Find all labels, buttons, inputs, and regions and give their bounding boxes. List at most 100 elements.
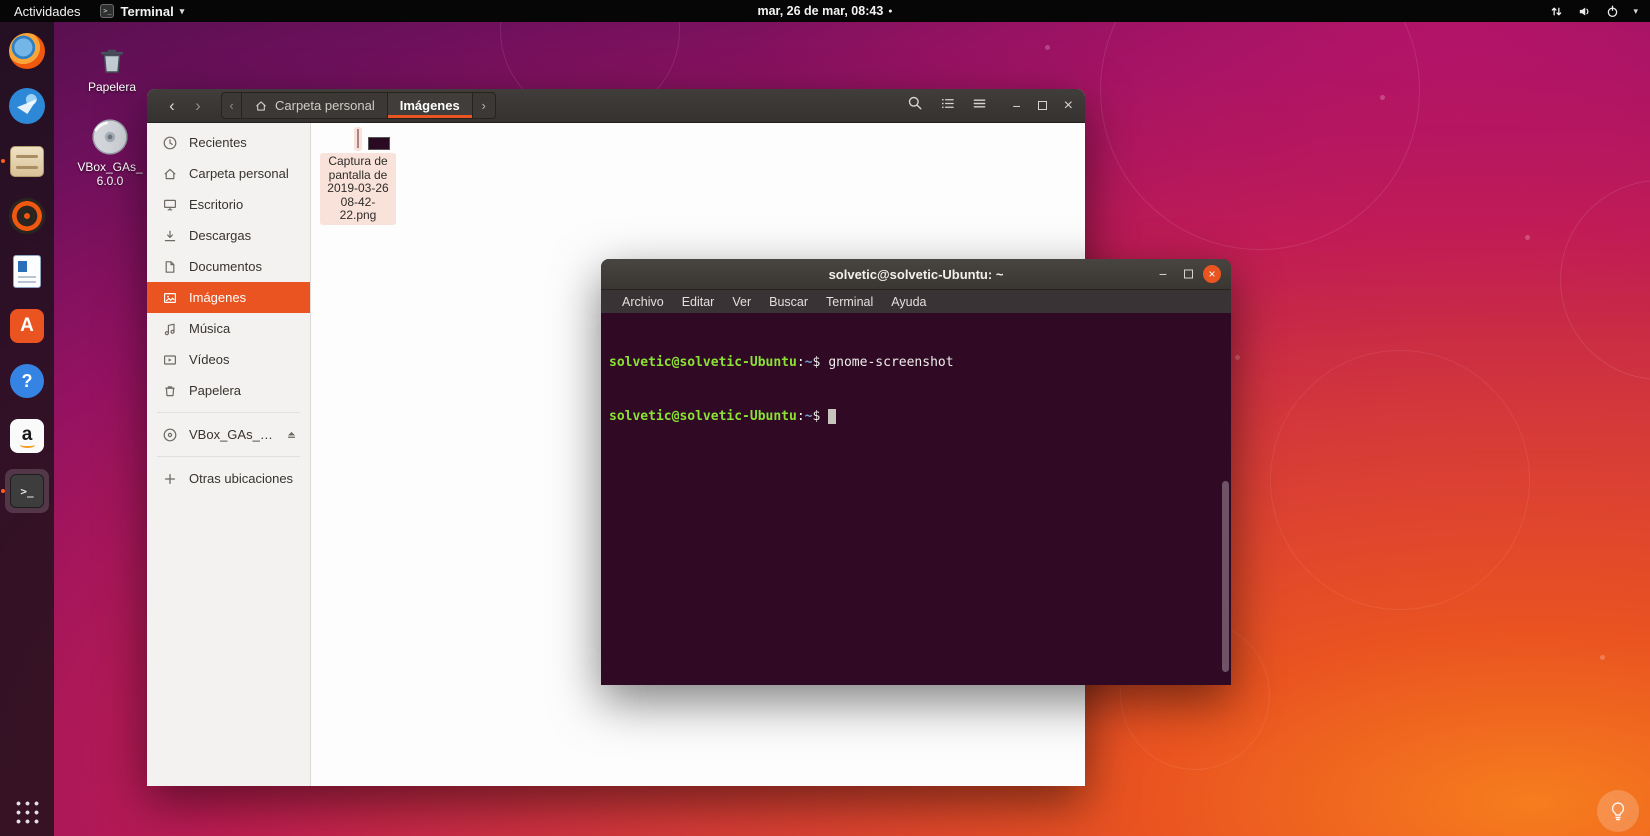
document-icon (162, 259, 178, 275)
view-list-icon[interactable] (940, 96, 955, 116)
cd-disc-icon (92, 119, 128, 155)
terminal-title-bar[interactable]: solvetic@solvetic-Ubuntu: ~ − × (601, 259, 1231, 290)
sidebar-item-label: Otras ubicaciones (189, 471, 294, 486)
ubuntu-software-icon: A (10, 309, 44, 343)
wallpaper-ring (1100, 0, 1420, 250)
sidebar-item-label: Recientes (189, 135, 247, 150)
desktop: Actividades >_ Terminal ▾ mar, 26 de mar… (0, 0, 1650, 836)
sidebar-item-carpeta-personal[interactable]: Carpeta personal (147, 158, 310, 189)
prompt-user-host: solvetic@solvetic-Ubuntu (609, 355, 797, 370)
file-item-screenshot[interactable]: Captura de pantalla de 2019-03-26 08-42-… (320, 127, 396, 225)
sidebar-item-recientes[interactable]: Recientes (147, 127, 310, 158)
desktop-icon-vbox-cd[interactable]: VBox_GAs_ 6.0.0 (77, 116, 143, 189)
sidebar-item-label: Imágenes (189, 290, 247, 305)
show-applications-button[interactable] (13, 799, 41, 826)
prompt-user-host: solvetic@solvetic-Ubuntu (609, 409, 797, 424)
menu-ver[interactable]: Ver (723, 295, 760, 309)
amazon-icon: a (10, 419, 44, 453)
sidebar-item-videos[interactable]: Vídeos (147, 344, 310, 375)
image-icon (162, 290, 178, 306)
dock-item-firefox[interactable] (5, 29, 49, 73)
minimize-button[interactable]: − (1159, 267, 1167, 281)
sidebar-item-descargas[interactable]: Descargas (147, 220, 310, 251)
clock[interactable]: mar, 26 de mar, 08:43 (757, 4, 883, 18)
sidebar-item-vbox-cd[interactable]: VBox_GAs_… (147, 419, 310, 450)
back-button[interactable]: ‹ (159, 96, 185, 116)
activities-button[interactable]: Actividades (10, 4, 84, 19)
maximize-button[interactable] (1037, 101, 1047, 110)
sidebar-separator (157, 412, 300, 413)
path-scroll-left-button[interactable]: ‹ (222, 93, 242, 118)
chevron-down-icon: ▾ (1633, 5, 1638, 16)
chevron-down-icon: ▾ (179, 5, 185, 16)
dock-item-files[interactable] (1, 139, 49, 183)
search-icon[interactable] (907, 95, 923, 116)
sidebar-separator (157, 456, 300, 457)
menu-terminal[interactable]: Terminal (817, 295, 882, 309)
dock-item-libreoffice-writer[interactable] (5, 249, 49, 293)
terminal-output[interactable]: solvetic@solvetic-Ubuntu:~$ gnome-screens… (601, 313, 1231, 685)
sidebar-item-imagenes[interactable]: Imágenes (147, 282, 310, 313)
dock-item-rhythmbox[interactable] (5, 194, 49, 238)
disc-icon (162, 427, 178, 443)
path-segment-label: Carpeta personal (275, 98, 375, 113)
sidebar-item-label: VBox_GAs_… (189, 427, 273, 442)
app-menu-button[interactable]: >_ Terminal ▾ (100, 4, 184, 19)
dock-item-ubuntu-software[interactable]: A (5, 304, 49, 348)
network-icon (1549, 4, 1564, 19)
path-scroll-right-button[interactable]: › (473, 93, 495, 118)
path-segment-home[interactable]: Carpeta personal (242, 93, 388, 118)
terminal-window: solvetic@solvetic-Ubuntu: ~ − × Archivo … (601, 259, 1231, 685)
hint-bubble-button[interactable] (1597, 790, 1639, 832)
close-button[interactable]: × (1064, 97, 1073, 114)
thunderbird-icon (9, 88, 45, 124)
eject-icon[interactable] (285, 428, 298, 441)
notification-dot: ● (888, 7, 893, 15)
forward-button[interactable]: › (185, 96, 211, 116)
lightbulb-icon (1611, 802, 1625, 821)
menu-buscar[interactable]: Buscar (760, 295, 817, 309)
close-button[interactable]: × (1203, 265, 1221, 283)
dock-item-terminal[interactable]: >_ (1, 469, 49, 513)
desktop-icon-trash[interactable]: Papelera (80, 42, 144, 95)
desktop-icon (162, 197, 178, 213)
rhythmbox-icon (9, 198, 45, 234)
terminal-line: solvetic@solvetic-Ubuntu:~$ gnome-screens… (609, 354, 1223, 372)
terminal-app-icon: >_ (100, 4, 115, 18)
menu-archivo[interactable]: Archivo (613, 295, 673, 309)
files-header-bar[interactable]: ‹ › ‹ Carpeta personal Imágenes › − × (147, 89, 1085, 123)
video-icon (162, 352, 178, 368)
minimize-button[interactable]: − (1012, 99, 1020, 113)
sidebar-item-otras-ubicaciones[interactable]: Otras ubicaciones (147, 463, 310, 494)
wallpaper-dot (1045, 45, 1050, 50)
music-icon (162, 321, 178, 337)
power-icon (1605, 4, 1620, 19)
wallpaper-dot (1380, 95, 1385, 100)
maximize-button[interactable] (1184, 269, 1193, 279)
typed-command: gnome-screenshot (828, 355, 954, 370)
dock-item-help[interactable]: ? (5, 359, 49, 403)
hamburger-menu-icon[interactable] (972, 96, 987, 116)
system-status-area[interactable]: ▾ (1549, 4, 1650, 19)
files-icon (10, 145, 44, 177)
sidebar-item-musica[interactable]: Música (147, 313, 310, 344)
prompt-colon: : (796, 409, 805, 424)
libreoffice-writer-icon (13, 254, 41, 288)
wallpaper-dot (1235, 355, 1240, 360)
trash-icon (100, 49, 124, 73)
sidebar-item-label: Papelera (189, 383, 242, 398)
top-bar: Actividades >_ Terminal ▾ mar, 26 de mar… (0, 0, 1650, 22)
sidebar-item-documentos[interactable]: Documentos (147, 251, 310, 282)
sidebar-item-escritorio[interactable]: Escritorio (147, 189, 310, 220)
firefox-icon (9, 33, 45, 69)
dock-item-amazon[interactable]: a (5, 414, 49, 458)
path-segment-current[interactable]: Imágenes (387, 93, 473, 118)
dock-item-thunderbird[interactable] (5, 84, 49, 128)
menu-editar[interactable]: Editar (673, 295, 724, 309)
vbox-label-line1: VBox_GAs_ (77, 160, 143, 174)
menu-ayuda[interactable]: Ayuda (882, 295, 935, 309)
dock: A ? a >_ (0, 22, 54, 836)
sidebar-item-papelera[interactable]: Papelera (147, 375, 310, 406)
terminal-scrollbar-thumb[interactable] (1222, 480, 1229, 673)
terminal-cursor (828, 409, 837, 424)
